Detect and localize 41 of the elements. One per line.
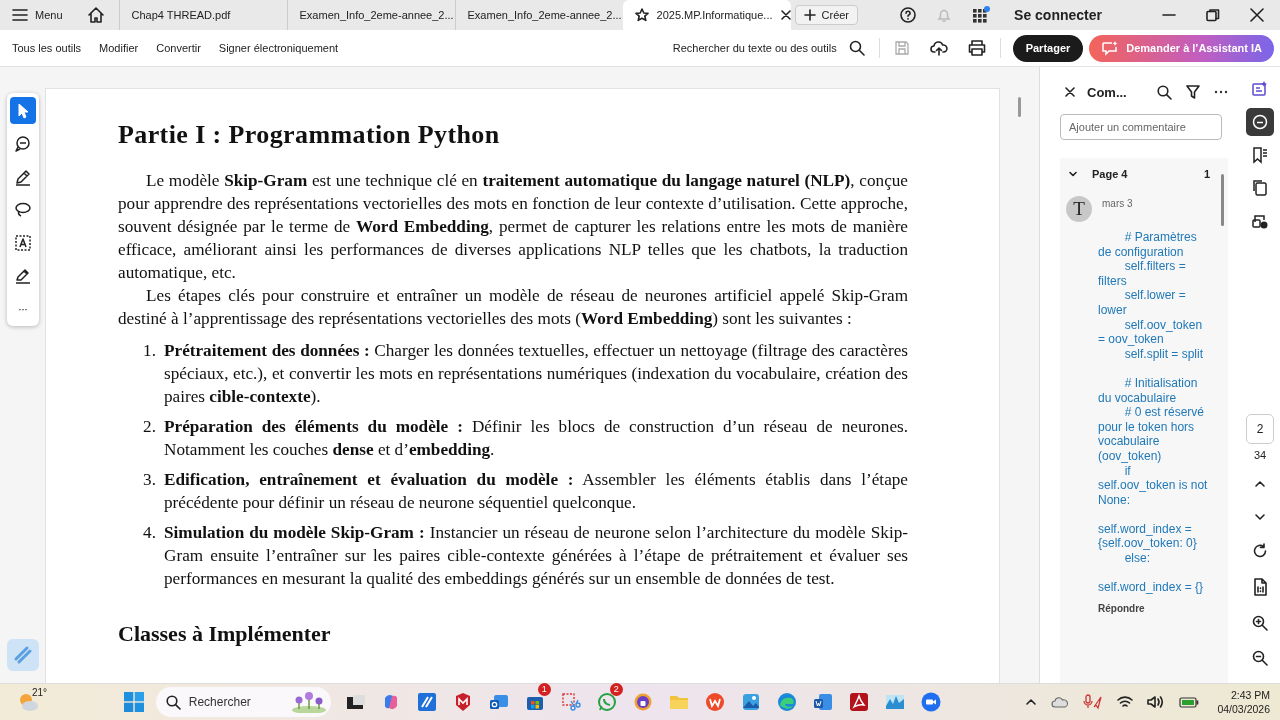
avatar: T <box>1066 196 1092 222</box>
share-button[interactable]: Partager <box>1012 34 1084 62</box>
paragraph: Les étapes clés pour construire et entraîner un modèle de réseau de neurones artificiel appelé Skip-Gram destiné à l’apprentissage des représentations vectorielles des mots (Word Embedding) sont les suivantes : <box>118 285 908 330</box>
page-number-field[interactable]: 2 <box>1246 414 1274 444</box>
comment-field[interactable]: Ajouter un commentaire <box>1060 114 1222 140</box>
toolbar-menu-item[interactable]: Signer électroniquement <box>212 42 345 54</box>
document-tab[interactable]: Examen_Info_2eme-annee_2... <box>454 0 623 30</box>
document-tab[interactable]: Chap4 THREAD.pdf <box>118 0 287 30</box>
page-count: 34 <box>1253 449 1267 461</box>
tool-button[interactable]: ··· <box>9 295 36 322</box>
create-button[interactable]: Créer <box>794 5 859 25</box>
list-number: 1. <box>142 340 156 362</box>
notification-badge: 2 <box>609 683 623 696</box>
sign-in-button[interactable]: Se connecter <box>1008 6 1108 24</box>
list-item-text: Edification, entraînement et évaluation du modèle : Assembler les éléments établis dans l’étape précédente pour définir un réseau de neurone séquentiel quelconque. <box>164 469 908 514</box>
list-item-text: Prétraitement des données : Charger les données textuelles, effectuer un nettoyage (filtrage des caractères spéciaux, etc.), et convertir les mots en représentations numériques (indexation du vocabulaire, création des paires cible-contexte). <box>164 340 908 408</box>
list-number: 2. <box>142 416 156 438</box>
panel-title: Com... <box>1087 84 1127 100</box>
toolbar-menu-item[interactable]: Modifier <box>93 42 145 54</box>
page-group-header[interactable]: Page 4 1 <box>1066 166 1210 182</box>
document-tab[interactable]: 2025.MP.Informatique... <box>622 0 791 30</box>
temperature: 21° <box>32 687 48 698</box>
taskbar-search-field[interactable]: Rechercher <box>155 687 331 717</box>
section-heading: Classes à Implémenter <box>118 620 332 648</box>
menu-button[interactable]: Menu <box>10 0 69 30</box>
search-label[interactable]: Rechercher du texte ou des outils <box>672 42 837 54</box>
toolbar-menu-item[interactable]: Convertir <box>150 42 207 54</box>
ai-assistant-button[interactable]: Demander à l’Assistant IA <box>1089 34 1274 62</box>
clock[interactable]: 2:43 PM 04/03/2026 <box>1217 688 1270 716</box>
comment-date: mars 3 <box>1102 197 1133 209</box>
document-tab[interactable]: Examen_Info_2eme-annee_2... <box>286 0 455 30</box>
list-item-text: Préparation des éléments du modèle : Définir les blocs de construction d’un réseau de neurones. Notamment les couches dense et d’embedding. <box>164 416 908 461</box>
comment-text: # Paramètres de configuration self.filters = filters self.lower = lower self.oov_token = oov_token self.split = split # Initialisation du vocabulaire # 0 est réservé pour le token hors vocabulaire (oov_token) if self.oov_token is not None: self.word_index = {self.oov_token: 0} else: self.word_index = {} <box>1098 230 1209 595</box>
reply-link[interactable]: Répondre <box>1098 602 1145 614</box>
toolbar-menu-item[interactable]: Tous les outils <box>6 42 88 54</box>
list-item-text: Simulation du modèle Skip-Gram : Instancier un réseau de neurone selon l’architecture du modèle Skip-Gram ensuite l’entraîner sur les paires cible-contexte générées à l’étape de prétraitement et évaluer ses performances en mesurant la qualité des embeddings générés sur un ensemble de données de test. <box>164 522 908 590</box>
list-number: 3. <box>142 469 156 491</box>
paragraph: Le modèle Skip-Gram est une technique clé en traitement automatique du langage naturel (NLP), conçue pour apprendre des représentations vectorielles des mots en fonction de leur contexte d’utilisation. Cette approche, souvent désignée par le terme de Word Embedding, permet de capturer les relations entre les mots de manière efficace, améliorant ainsi les performances de diverses applications NLP telles que les chatbots, la traduction automatique, etc. <box>118 170 908 284</box>
section-heading: Partie I : Programmation Python <box>118 119 501 151</box>
notification-badge: 1 <box>537 683 551 696</box>
list-number: 4. <box>142 522 156 544</box>
